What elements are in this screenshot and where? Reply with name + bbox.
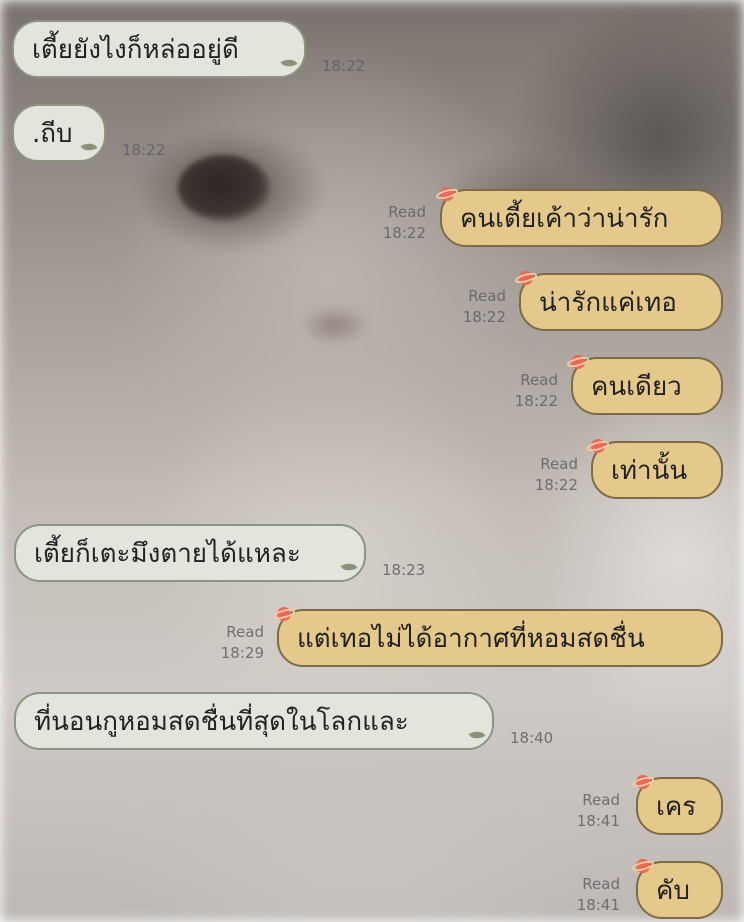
outgoing-message[interactable]: คนเดียว [571,357,723,415]
message-time: 18:22 [382,224,426,242]
background-cat-nose [300,305,370,345]
message-text: คนเตี้ยเค้าว่าน่ารัก [460,204,669,234]
planet-icon [587,439,609,453]
message-time: 18:22 [514,392,558,410]
message-text: แต่เทอไม่ได้อากาศที่หอมสดชื่น [297,624,645,654]
incoming-message[interactable]: .ถีบ [12,104,106,162]
leaf-icon [280,55,298,71]
planet-icon [515,271,537,285]
incoming-message[interactable]: ที่นอนกูหอมสดชื่นที่สุดในโลกและ [14,692,494,750]
message-time: 18:22 [462,308,506,326]
message-text: ที่นอนกูหอมสดชื่นที่สุดในโลกและ [34,707,409,737]
leaf-icon [468,727,486,743]
leaf-icon [340,559,358,575]
read-status: Read 18:29 [221,622,264,664]
message-time: 18:22 [322,57,366,75]
read-label: Read [468,287,506,305]
outgoing-message[interactable]: เท่านั้น [591,441,723,499]
read-status: Read 18:22 [535,454,578,496]
message-text: คับ [656,876,690,906]
message-text: เตี้ยยังไงก็หล่ออยู่ดี [32,35,239,65]
read-label: Read [520,371,558,389]
read-label: Read [540,455,578,473]
leaf-icon [80,139,98,155]
message-time: 18:41 [576,896,620,914]
message-time: 18:41 [576,812,620,830]
incoming-message[interactable]: เตี้ยยังไงก็หล่ออยู่ดี [12,20,306,78]
read-label: Read [226,623,264,641]
background-cat-eye [178,155,270,221]
read-status: Read 18:41 [577,874,620,916]
message-text: คนเดียว [591,372,682,402]
message-text: .ถีบ [32,119,73,149]
message-time: 18:23 [382,561,426,579]
planet-icon [567,355,589,369]
read-status: Read 18:41 [577,790,620,832]
message-text: เคร [656,792,697,822]
message-time: 18:22 [122,141,166,159]
message-text: เตี้ยก็เตะมึงตายได้แหละ [34,539,301,569]
planet-icon [632,859,654,873]
message-time: 18:22 [534,476,578,494]
read-label: Read [582,791,620,809]
planet-icon [436,187,458,201]
message-text: น่ารักแค่เทอ [539,288,677,318]
planet-icon [273,607,295,621]
outgoing-message[interactable]: แต่เทอไม่ได้อากาศที่หอมสดชื่น [277,609,723,667]
read-label: Read [582,875,620,893]
message-time: 18:29 [220,644,264,662]
incoming-message[interactable]: เตี้ยก็เตะมึงตายได้แหละ [14,524,366,582]
message-text: เท่านั้น [611,456,688,486]
outgoing-message[interactable]: น่ารักแค่เทอ [519,273,723,331]
read-status: Read 18:22 [383,202,426,244]
read-label: Read [388,203,426,221]
read-status: Read 18:22 [515,370,558,412]
outgoing-message[interactable]: คนเตี้ยเค้าว่าน่ารัก [440,189,723,247]
read-status: Read 18:22 [463,286,506,328]
planet-icon [632,775,654,789]
message-time: 18:40 [510,729,554,747]
